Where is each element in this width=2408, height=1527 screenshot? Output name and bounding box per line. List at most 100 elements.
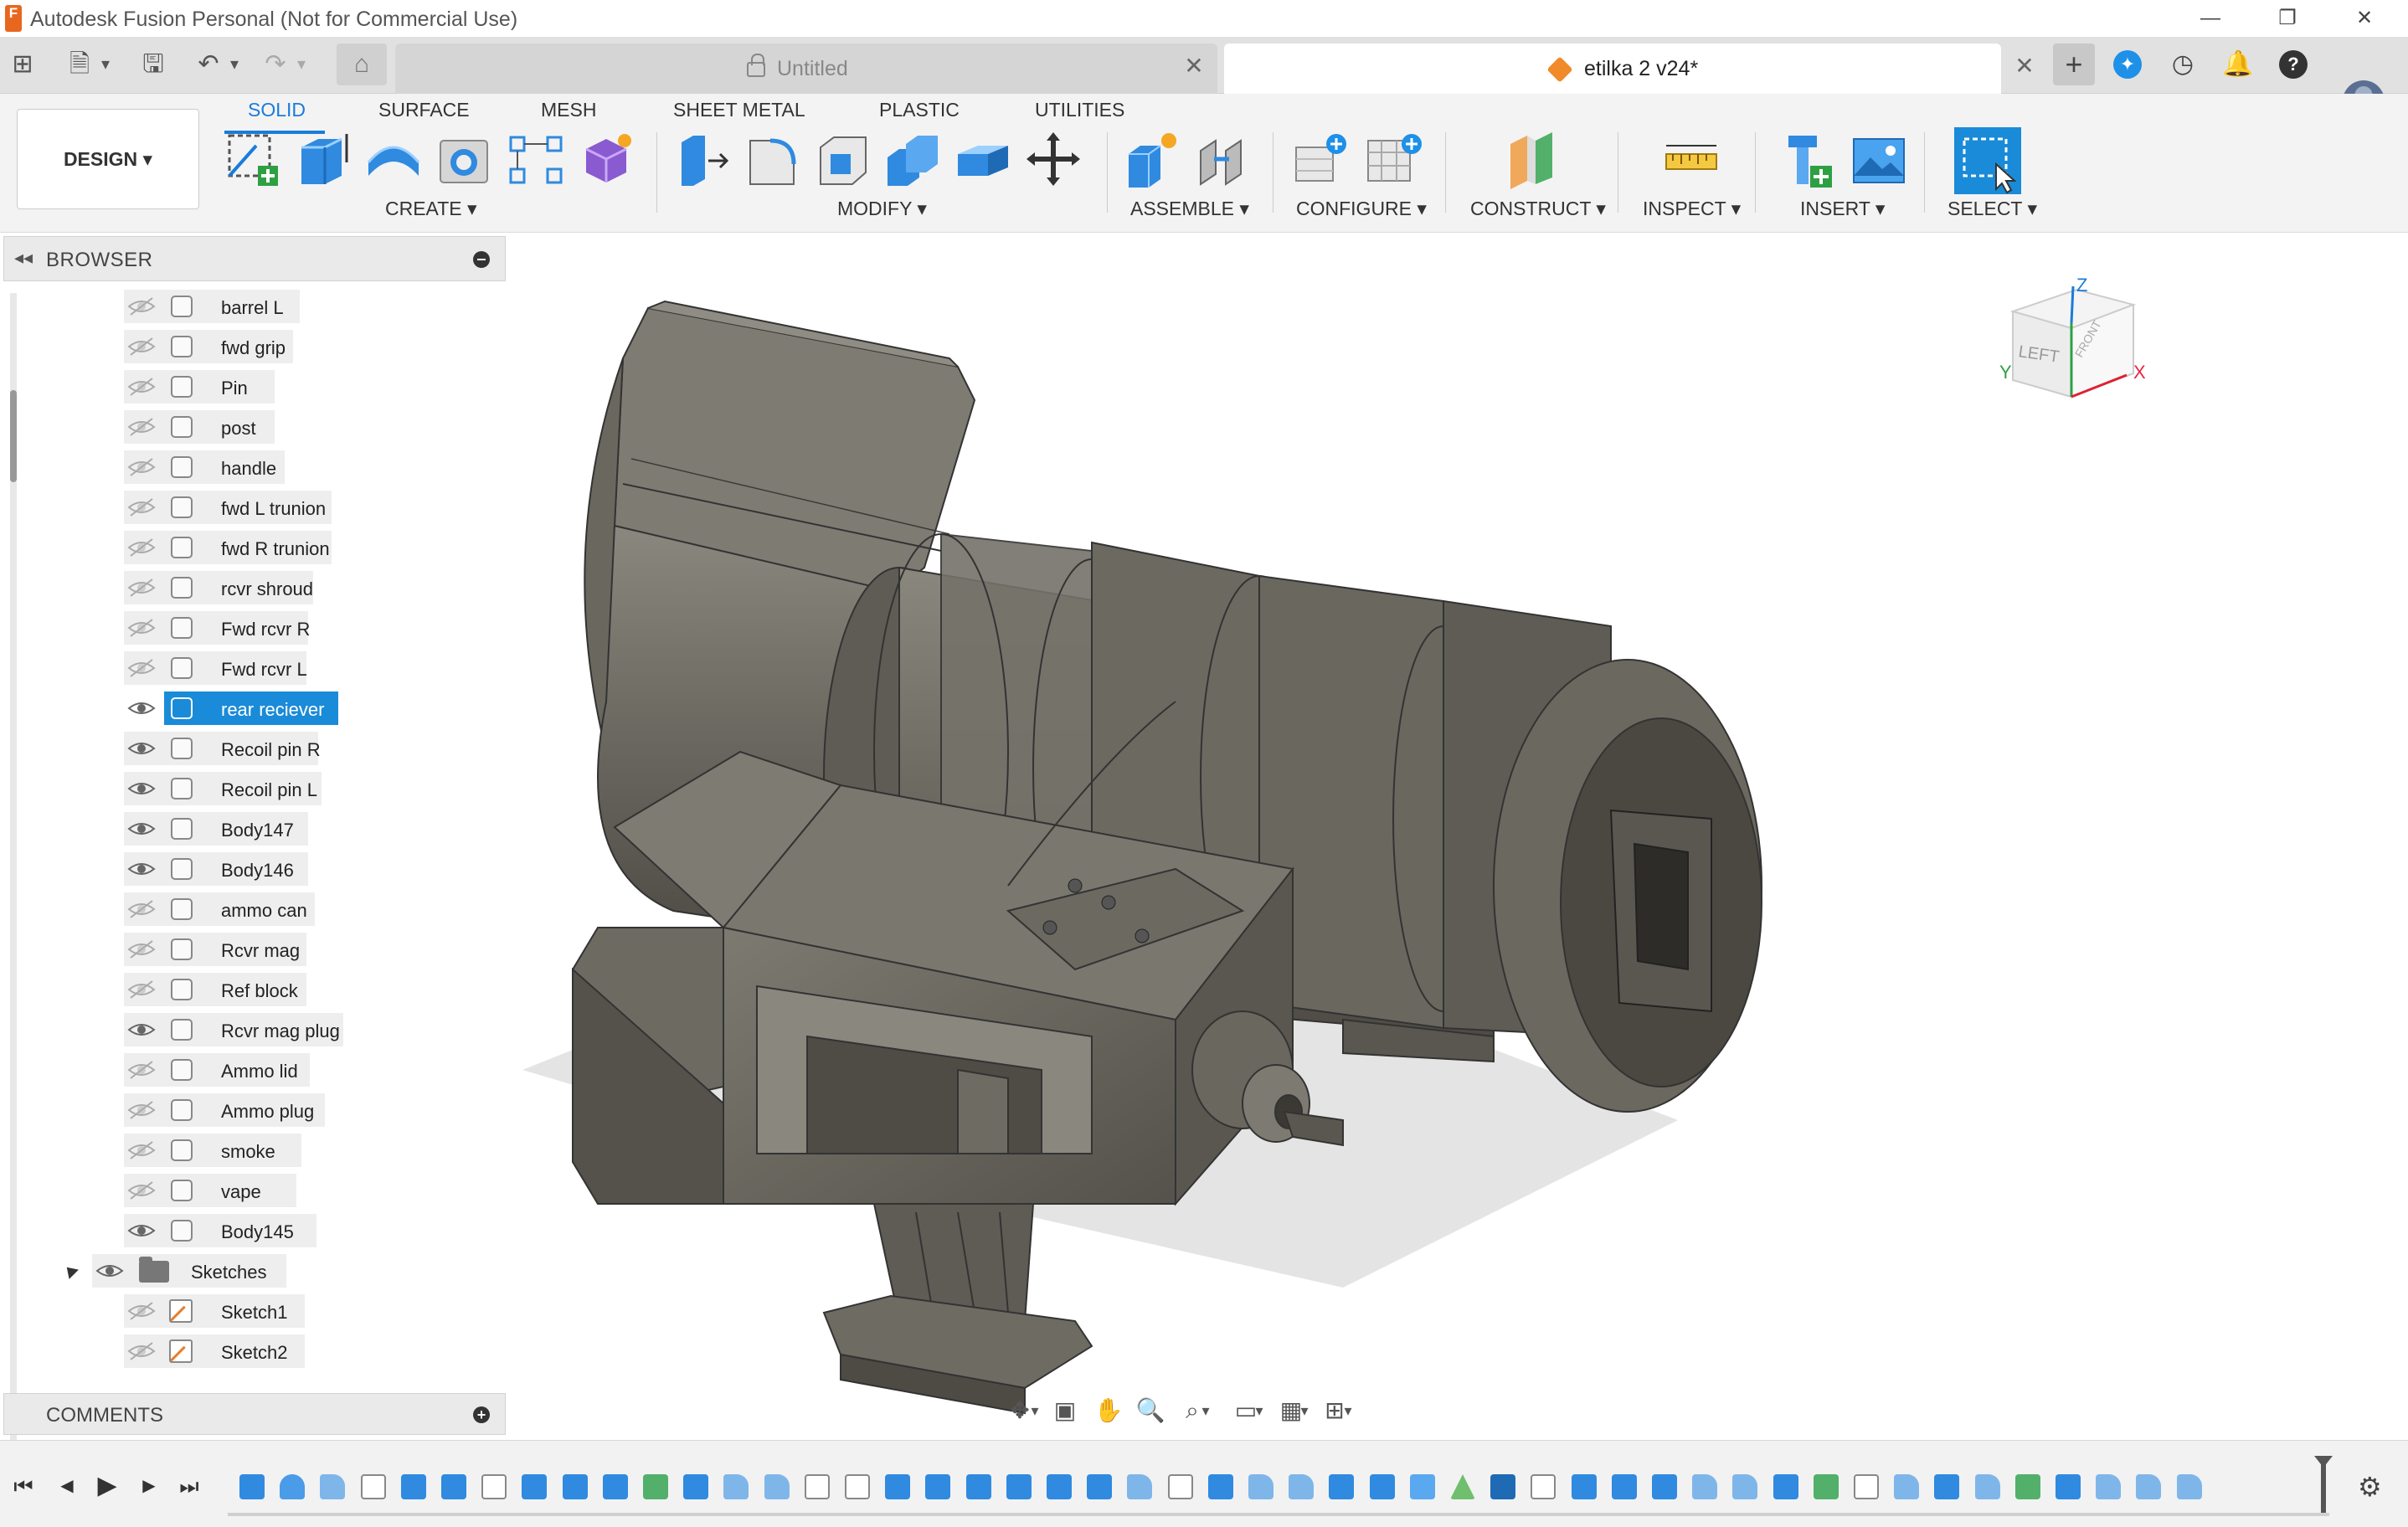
hole-icon[interactable]: [434, 129, 494, 191]
timeline-feature-extrude-icon[interactable]: [1934, 1474, 1959, 1499]
shell-icon[interactable]: [812, 129, 872, 191]
fillet-icon[interactable]: [742, 129, 802, 191]
timeline-feature-sketch-icon[interactable]: [1531, 1474, 1556, 1499]
new-tab-button[interactable]: +: [2053, 44, 2095, 85]
timeline-feature-split-icon[interactable]: [643, 1474, 668, 1499]
timeline-feature-extrude-icon[interactable]: [683, 1474, 708, 1499]
timeline-feature-plane-icon[interactable]: [1450, 1474, 1475, 1499]
visibility-off-icon[interactable]: [127, 1140, 156, 1160]
add-comment-icon[interactable]: +: [473, 1406, 490, 1423]
timeline-feature-fillet-icon[interactable]: [2177, 1474, 2202, 1499]
timeline-feature-extrude-icon[interactable]: [1370, 1474, 1395, 1499]
fit-caret-icon[interactable]: ▾: [1197, 1393, 1214, 1428]
visibility-off-icon[interactable]: [127, 578, 156, 598]
close-window-button[interactable]: ✕: [2331, 2, 2398, 35]
timeline-feature-extrude-icon[interactable]: [603, 1474, 628, 1499]
view-cube[interactable]: LEFT FRONT X Y Z: [1999, 275, 2146, 398]
app-grid-icon[interactable]: ⊞: [3, 44, 42, 85]
configuration-table-icon[interactable]: [1363, 129, 1423, 191]
visibility-off-icon[interactable]: [127, 1060, 156, 1080]
configure-design-icon[interactable]: [1289, 129, 1350, 191]
visibility-on-icon[interactable]: [127, 698, 156, 718]
timeline-feature-revolve-icon[interactable]: [280, 1474, 305, 1499]
select-menu[interactable]: SELECT ▾: [1947, 198, 2037, 220]
timeline-feature-extrude-icon[interactable]: [885, 1474, 910, 1499]
undo-icon[interactable]: ↶: [189, 44, 228, 85]
expand-triangle-icon[interactable]: [62, 1262, 79, 1279]
timeline-feature-move-icon[interactable]: [1490, 1474, 1515, 1499]
timeline-feature-fillet-icon[interactable]: [1127, 1474, 1152, 1499]
pattern-icon[interactable]: [506, 129, 566, 191]
close-tab-untitled-icon[interactable]: ✕: [1177, 52, 1211, 80]
redo-icon[interactable]: ↷: [256, 44, 295, 85]
insert-mcmaster-icon[interactable]: [1778, 129, 1839, 191]
timeline-feature-fillet-icon[interactable]: [1975, 1474, 2000, 1499]
timeline-feature-extrude-icon[interactable]: [1572, 1474, 1597, 1499]
modify-menu[interactable]: MODIFY ▾: [837, 198, 927, 220]
timeline-feature-sketch-icon[interactable]: [1854, 1474, 1879, 1499]
timeline-feature-extrude-icon[interactable]: [1612, 1474, 1637, 1499]
timeline-feature-sketch-icon[interactable]: [805, 1474, 830, 1499]
insert-canvas-icon[interactable]: [1849, 129, 1909, 191]
timeline-feature-fillet-icon[interactable]: [1894, 1474, 1919, 1499]
inspect-menu[interactable]: INSPECT ▾: [1643, 198, 1741, 220]
timeline-feature-extrude-icon[interactable]: [1329, 1474, 1354, 1499]
pan-icon[interactable]: ✋: [1090, 1393, 1127, 1428]
visibility-on-icon[interactable]: [127, 779, 156, 799]
visibility-on-icon[interactable]: [127, 1221, 156, 1241]
visibility-off-icon[interactable]: [127, 377, 156, 397]
display-caret-icon[interactable]: ▾: [1251, 1393, 1268, 1428]
visibility-off-icon[interactable]: [127, 457, 156, 477]
visibility-off-icon[interactable]: [127, 979, 156, 1000]
timeline-feature-extrude-icon[interactable]: [1652, 1474, 1677, 1499]
timeline-feature-chamfer-icon[interactable]: [1410, 1474, 1435, 1499]
timeline-feature-fillet-icon[interactable]: [1692, 1474, 1717, 1499]
undo-caret-icon[interactable]: ▾: [226, 44, 243, 85]
tab-etilka[interactable]: etilka 2 v24* ✕: [1224, 44, 2035, 94]
timeline-feature-fillet-icon[interactable]: [320, 1474, 345, 1499]
timeline-feature-fillet-icon[interactable]: [764, 1474, 790, 1499]
tab-surface[interactable]: SURFACE: [378, 99, 470, 121]
timeline-settings-icon[interactable]: ⚙: [2358, 1471, 2382, 1503]
timeline-feature-extrude-icon[interactable]: [401, 1474, 426, 1499]
save-icon[interactable]: 🖫: [134, 44, 172, 85]
tab-solid[interactable]: SOLID: [248, 99, 306, 121]
rcvr-mag-part[interactable]: [822, 1203, 1093, 1415]
visibility-off-icon[interactable]: [127, 899, 156, 919]
model-canvas[interactable]: LEFT FRONT X Y Z: [506, 233, 2408, 1438]
minimize-browser-icon[interactable]: [473, 251, 490, 268]
job-status-icon[interactable]: ◷: [2162, 44, 2204, 85]
minimize-button[interactable]: —: [2177, 2, 2244, 35]
create-menu[interactable]: CREATE ▾: [385, 198, 477, 220]
construct-menu[interactable]: CONSTRUCT ▾: [1470, 198, 1606, 220]
timeline-feature-fillet-icon[interactable]: [1732, 1474, 1757, 1499]
visibility-off-icon[interactable]: [127, 497, 156, 517]
timeline-feature-extrude-icon[interactable]: [2056, 1474, 2081, 1499]
notifications-icon[interactable]: 🔔: [2217, 44, 2259, 85]
help-button[interactable]: ?: [2272, 44, 2314, 85]
viewports-caret-icon[interactable]: ▾: [1340, 1393, 1356, 1428]
orbit-caret-icon[interactable]: ▾: [1026, 1393, 1043, 1428]
front-ring-part[interactable]: [1493, 659, 1762, 1113]
tab-mesh[interactable]: MESH: [541, 99, 596, 121]
create-form-icon[interactable]: [576, 129, 636, 191]
timeline-feature-extrude-icon[interactable]: [239, 1474, 265, 1499]
tab-plastic[interactable]: PLASTIC: [879, 99, 960, 121]
visibility-on-icon[interactable]: [127, 819, 156, 839]
look-at-icon[interactable]: ▣: [1047, 1393, 1083, 1428]
timeline-feature-extrude-icon[interactable]: [966, 1474, 991, 1499]
create-sketch-icon[interactable]: [223, 129, 283, 191]
3d-viewport[interactable]: LEFT FRONT X Y Z: [506, 233, 2408, 1438]
timeline-feature-extrude-icon[interactable]: [563, 1474, 588, 1499]
revolve-icon[interactable]: [363, 129, 424, 191]
timeline-feature-split-icon[interactable]: [2015, 1474, 2040, 1499]
visibility-on-icon[interactable]: [127, 738, 156, 758]
visibility-off-icon[interactable]: [127, 1301, 156, 1321]
timeline-play-icon[interactable]: ▶: [92, 1471, 122, 1501]
select-icon[interactable]: [1954, 127, 2021, 194]
timeline-last-icon[interactable]: ⏭: [174, 1471, 204, 1501]
timeline-feature-extrude-icon[interactable]: [1208, 1474, 1233, 1499]
timeline-marker[interactable]: [2321, 1459, 2326, 1513]
visibility-off-icon[interactable]: [127, 1100, 156, 1120]
visibility-off-icon[interactable]: [127, 296, 156, 316]
